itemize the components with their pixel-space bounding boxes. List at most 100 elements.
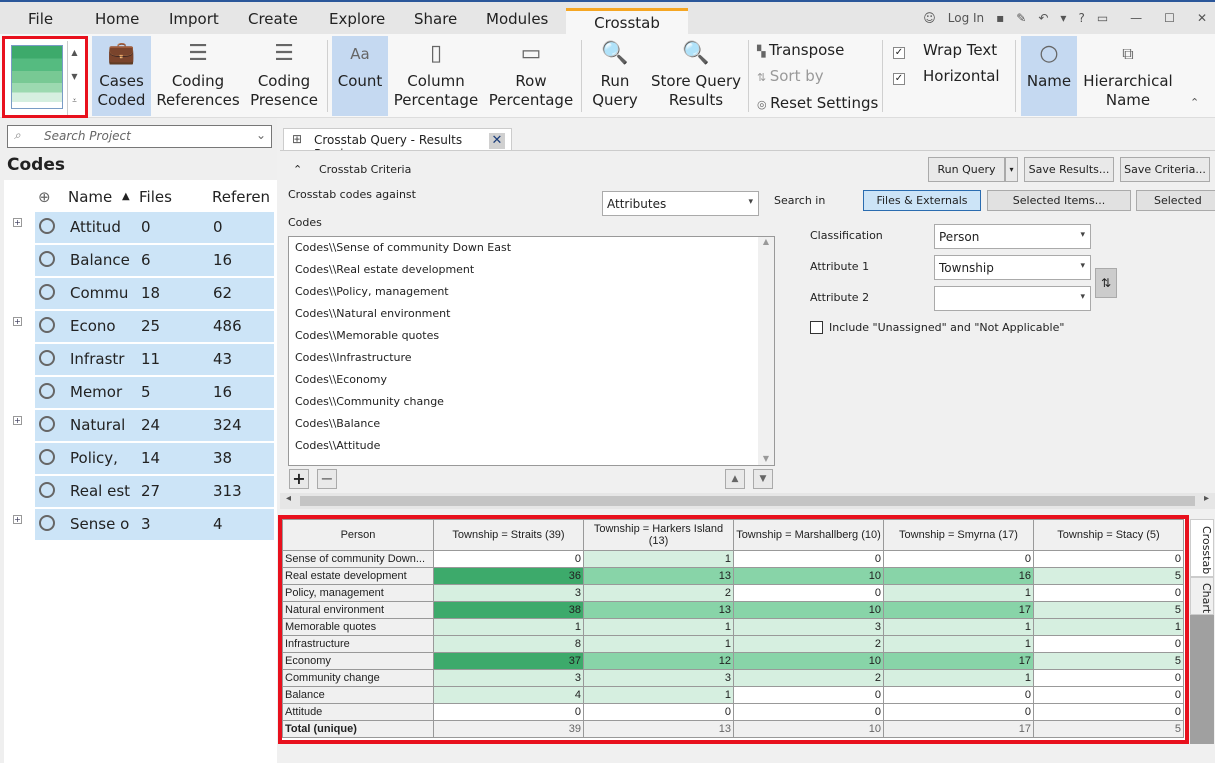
cell-value[interactable]: 1: [583, 686, 734, 704]
row-header[interactable]: Natural environment: [282, 601, 434, 619]
cell-value[interactable]: 3: [583, 669, 734, 687]
tab-crosstab[interactable]: Crosstab: [566, 8, 688, 36]
cell-value[interactable]: 0: [733, 584, 884, 602]
cell-value[interactable]: 16: [883, 567, 1034, 585]
horizontal-scrollbar[interactable]: ◂ ▸: [280, 493, 1215, 509]
cell-value[interactable]: 0: [1033, 686, 1184, 704]
column-percentage-button[interactable]: ▯ Column Percentage: [392, 36, 480, 116]
criteria-code-item[interactable]: Codes\\Memorable quotes: [295, 329, 439, 342]
row-header[interactable]: Attitude: [282, 703, 434, 721]
column-header[interactable]: Township = Harkers Island (13): [583, 519, 734, 551]
row-header[interactable]: Balance: [282, 686, 434, 704]
cell-value[interactable]: 0: [1033, 703, 1184, 721]
cell-value[interactable]: 0: [883, 686, 1034, 704]
selected-items-button[interactable]: Selected Items...: [987, 190, 1131, 211]
row-header[interactable]: Infrastructure: [282, 635, 434, 653]
cell-value[interactable]: 0: [733, 550, 884, 568]
cell-value[interactable]: 3: [433, 669, 584, 687]
hierarchical-name-button[interactable]: ⧉ Hierarchical Name: [1082, 36, 1174, 116]
tab-file[interactable]: File: [28, 10, 53, 28]
cell-value[interactable]: 1: [583, 618, 734, 636]
cell-value[interactable]: 36: [433, 567, 584, 585]
move-up-button[interactable]: ▲: [725, 469, 745, 489]
reset-settings-button[interactable]: ◎ Reset Settings: [757, 94, 878, 112]
column-header[interactable]: Township = Straits (39): [433, 519, 584, 551]
cell-value[interactable]: 3: [433, 584, 584, 602]
store-query-results-button[interactable]: 🔍 Store Query Results: [646, 36, 746, 116]
expand-icon[interactable]: +: [13, 515, 22, 524]
code-list-item[interactable]: + Attitud 0 0: [13, 212, 274, 243]
criteria-code-item[interactable]: Codes\\Natural environment: [295, 307, 450, 320]
criteria-code-item[interactable]: Codes\\Sense of community Down East: [295, 241, 511, 254]
column-header[interactable]: Township = Stacy (5): [1033, 519, 1184, 551]
coding-references-button[interactable]: ☰ Coding References: [156, 36, 240, 116]
row-header[interactable]: Policy, management: [282, 584, 434, 602]
tab-share[interactable]: Share: [414, 10, 457, 28]
column-header[interactable]: Township = Smyrna (17): [883, 519, 1034, 551]
code-list-item[interactable]: Balance 6 16: [35, 245, 274, 276]
cell-value[interactable]: 2: [733, 635, 884, 653]
gallery-scroll[interactable]: ▲ ▼ ⩡: [67, 41, 81, 115]
cell-value[interactable]: 5: [1033, 652, 1184, 670]
criteria-code-item[interactable]: Codes\\Attitude: [295, 439, 380, 452]
cell-value[interactable]: 0: [883, 703, 1034, 721]
close-button[interactable]: ✕: [1197, 11, 1207, 25]
files-externals-button[interactable]: Files & Externals: [863, 190, 981, 211]
customize-icon[interactable]: ▾: [1060, 11, 1066, 25]
code-list-item[interactable]: + Natural 24 324: [13, 410, 274, 441]
cell-value[interactable]: 8: [433, 635, 584, 653]
row-header[interactable]: Sense of community Down...: [282, 550, 434, 568]
transpose-button[interactable]: ▚ Transpose: [757, 41, 844, 59]
expand-icon[interactable]: +: [13, 317, 22, 326]
cell-value[interactable]: 0: [733, 686, 884, 704]
criteria-code-item[interactable]: Codes\\Policy, management: [295, 285, 449, 298]
criteria-code-item[interactable]: Codes\\Economy: [295, 373, 387, 386]
tab-create[interactable]: Create: [248, 10, 298, 28]
cell-value[interactable]: 0: [433, 550, 584, 568]
column-header-references[interactable]: Referen: [212, 188, 270, 206]
tab-explore[interactable]: Explore: [329, 10, 385, 28]
run-query-ribbon-button[interactable]: 🔍 Run Query: [590, 36, 640, 116]
collapse-ribbon-icon[interactable]: ⌃: [1190, 96, 1199, 109]
cell-value[interactable]: 17: [883, 601, 1034, 619]
cell-value[interactable]: 1: [883, 635, 1034, 653]
coding-presence-button[interactable]: ☰ Coding Presence: [244, 36, 324, 116]
cell-value[interactable]: 0: [1033, 669, 1184, 687]
cell-value[interactable]: 0: [433, 703, 584, 721]
row-percentage-button[interactable]: ▭ Row Percentage: [486, 36, 576, 116]
code-list-item[interactable]: + Econo 25 486: [13, 311, 274, 342]
search-project-input[interactable]: ⌕ Search Project ⌄: [7, 125, 272, 148]
crosstab-view-tab[interactable]: Crosstab: [1190, 519, 1214, 577]
cell-value[interactable]: 0: [1033, 584, 1184, 602]
cell-value[interactable]: 1: [583, 635, 734, 653]
code-list-item[interactable]: Commu 18 62: [35, 278, 274, 309]
row-header[interactable]: Economy: [282, 652, 434, 670]
cell-value[interactable]: 0: [1033, 635, 1184, 653]
attribute2-select[interactable]: [934, 286, 1091, 311]
chart-view-tab[interactable]: Chart: [1190, 577, 1214, 615]
feedback-icon[interactable]: ▭: [1097, 11, 1108, 25]
save-icon[interactable]: ▪: [996, 11, 1004, 25]
cell-shading-gallery[interactable]: ▲ ▼ ⩡: [2, 36, 88, 118]
criteria-code-item[interactable]: Codes\\Infrastructure: [295, 351, 412, 364]
count-button[interactable]: Aa Count: [332, 36, 388, 116]
cell-value[interactable]: 37: [433, 652, 584, 670]
column-header[interactable]: Township = Marshallberg (10): [733, 519, 884, 551]
cell-value[interactable]: 1: [433, 618, 584, 636]
edit-icon[interactable]: ✎: [1016, 11, 1026, 25]
attribute1-select[interactable]: Township: [934, 255, 1091, 280]
wrap-text-checkbox[interactable]: ✓ Wrap Text: [893, 41, 997, 59]
cell-value[interactable]: 13: [583, 567, 734, 585]
collapse-criteria-icon[interactable]: ⌃: [293, 163, 302, 176]
save-criteria-button[interactable]: Save Criteria...: [1120, 157, 1210, 182]
criteria-code-item[interactable]: Codes\\Balance: [295, 417, 380, 430]
sort-by-button[interactable]: ⇅ Sort by: [757, 67, 824, 85]
cell-value[interactable]: 1: [883, 618, 1034, 636]
cell-value[interactable]: 1: [883, 669, 1034, 687]
chevron-down-icon[interactable]: ⌄: [256, 128, 266, 142]
tab-import[interactable]: Import: [169, 10, 219, 28]
cell-value[interactable]: 5: [1033, 601, 1184, 619]
code-list-item[interactable]: Policy, 14 38: [35, 443, 274, 474]
selected-folders-button[interactable]: Selected Fo: [1136, 190, 1215, 211]
code-list-item[interactable]: + Sense o 3 4: [13, 509, 274, 540]
